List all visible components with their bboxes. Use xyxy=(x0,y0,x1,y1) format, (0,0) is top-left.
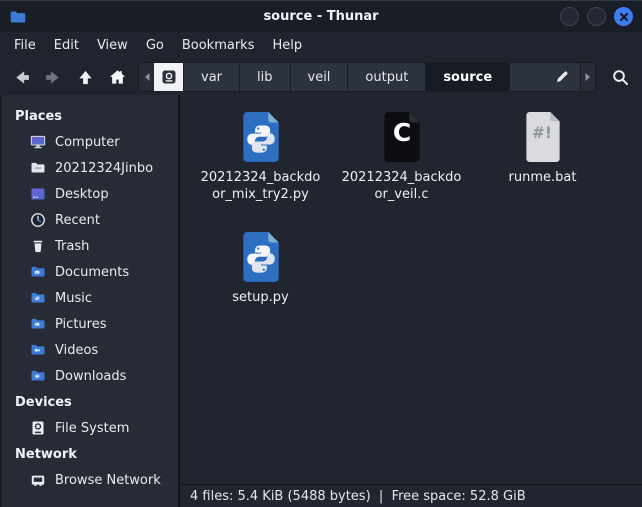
network-icon xyxy=(30,472,46,488)
pictures-folder-icon xyxy=(30,316,46,332)
maximize-button[interactable] xyxy=(587,7,606,26)
search-icon xyxy=(612,69,628,85)
sidebar-item-label: 20212324Jinbo xyxy=(55,160,154,176)
file-item-setup-py[interactable]: setup.py xyxy=(190,231,331,351)
filesystem-root-crumb[interactable] xyxy=(154,63,184,91)
close-icon xyxy=(619,12,628,21)
sidebar-item-label: Desktop xyxy=(55,186,109,202)
folder-app-icon xyxy=(9,8,27,26)
sidebar-item-documents[interactable]: Documents xyxy=(2,259,178,285)
sidebar-item-trash[interactable]: Trash xyxy=(2,233,178,259)
back-icon xyxy=(15,70,29,84)
chevron-right-icon xyxy=(585,73,590,81)
sidebar-item-home[interactable]: 20212324Jinbo xyxy=(2,155,178,181)
statusbar-text: 4 files: 5.4 KiB (5488 bytes) | Free spa… xyxy=(190,488,526,504)
file-name: 20212324_backdoor_veil.c xyxy=(341,170,462,202)
file-name: 20212324_backdoor_mix_try2.py xyxy=(200,170,321,202)
file-view: 20212324_backdoor_mix_try2.py C 20212324… xyxy=(180,95,642,507)
menu-bookmarks[interactable]: Bookmarks xyxy=(173,34,264,57)
crumb-scroll-left-button[interactable] xyxy=(139,63,154,91)
side-pane: Places Computer 20212324Jinbo Desktop Re… xyxy=(0,95,180,507)
file-name: setup.py xyxy=(232,290,289,305)
titlebar: source - Thunar xyxy=(0,1,642,32)
sidebar-item-browse-network[interactable]: Browse Network xyxy=(2,467,178,493)
menu-view[interactable]: View xyxy=(88,34,137,57)
downloads-folder-icon xyxy=(30,368,46,384)
statusbar: 4 files: 5.4 KiB (5488 bytes) | Free spa… xyxy=(180,484,642,507)
sidebar-item-desktop[interactable]: Desktop xyxy=(2,181,178,207)
sidebar-item-recent[interactable]: Recent xyxy=(2,207,178,233)
computer-icon xyxy=(30,134,46,150)
sidebar-item-label: Trash xyxy=(55,238,90,254)
menu-help[interactable]: Help xyxy=(263,34,311,57)
file-system-drive-icon xyxy=(30,420,46,436)
sidebar-item-computer[interactable]: Computer xyxy=(2,129,178,155)
svg-text:C: C xyxy=(392,118,410,147)
home-icon xyxy=(109,69,125,84)
forward-icon xyxy=(45,70,59,84)
c-file-icon: C xyxy=(383,112,420,162)
up-button[interactable] xyxy=(70,63,100,91)
svg-text:#!: #! xyxy=(531,124,551,142)
sidebar-item-label: Documents xyxy=(55,264,130,280)
sidebar-item-label: Pictures xyxy=(55,316,107,332)
breadcrumb-bar: var lib veil output source xyxy=(138,62,596,92)
section-header-places: Places xyxy=(15,108,63,124)
documents-folder-icon xyxy=(30,264,46,280)
chevron-left-icon xyxy=(144,73,149,81)
sidebar-item-label: Browse Network xyxy=(55,472,161,488)
search-button[interactable] xyxy=(604,62,636,92)
menu-file[interactable]: File xyxy=(5,34,45,57)
path-edit-area[interactable] xyxy=(510,63,580,91)
sidebar-item-label: Downloads xyxy=(55,368,127,384)
thunar-window: source - Thunar File Edit View Go Bookma… xyxy=(0,0,642,507)
sidebar-item-pictures[interactable]: Pictures xyxy=(2,311,178,337)
close-button[interactable] xyxy=(614,7,633,26)
up-icon xyxy=(78,70,92,84)
file-item-runme-bat[interactable]: #! runme.bat xyxy=(472,111,613,231)
home-button[interactable] xyxy=(102,63,132,91)
sidebar-item-downloads[interactable]: Downloads xyxy=(2,363,178,389)
script-file-icon: #! xyxy=(525,112,560,162)
menubar: File Edit View Go Bookmarks Help xyxy=(0,32,642,59)
crumb-lib[interactable]: lib xyxy=(240,63,291,91)
file-name: runme.bat xyxy=(508,170,577,185)
back-button[interactable] xyxy=(6,63,36,91)
pencil-icon xyxy=(557,71,568,82)
drive-icon xyxy=(162,70,175,84)
home-folder-icon xyxy=(30,160,46,176)
python-file-icon xyxy=(242,232,279,282)
crumb-veil[interactable]: veil xyxy=(290,63,349,91)
window-title: source - Thunar xyxy=(263,9,379,24)
desktop-icon xyxy=(30,186,46,202)
music-folder-icon xyxy=(30,290,46,306)
crumb-output[interactable]: output xyxy=(348,63,427,91)
minimize-button[interactable] xyxy=(560,7,579,26)
file-item-backdoor-c[interactable]: C 20212324_backdoor_veil.c xyxy=(331,111,472,231)
sidebar-item-music[interactable]: Music xyxy=(2,285,178,311)
trash-icon xyxy=(30,238,46,254)
sidebar-item-label: Videos xyxy=(55,342,99,358)
sidebar-item-label: Recent xyxy=(55,212,100,228)
toolbar: var lib veil output source xyxy=(0,59,642,95)
section-header-network: Network xyxy=(15,446,77,462)
section-header-devices: Devices xyxy=(15,394,72,410)
forward-button[interactable] xyxy=(38,63,68,91)
recent-clock-icon xyxy=(30,212,46,228)
sidebar-item-label: Computer xyxy=(55,134,120,150)
sidebar-item-videos[interactable]: Videos xyxy=(2,337,178,363)
file-grid: 20212324_backdoor_mix_try2.py C 20212324… xyxy=(180,95,642,484)
python-file-icon xyxy=(242,112,279,162)
crumb-scroll-right-button[interactable] xyxy=(580,63,595,91)
sidebar-item-label: Music xyxy=(55,290,92,306)
menu-edit[interactable]: Edit xyxy=(45,34,88,57)
sidebar-item-file-system[interactable]: File System xyxy=(2,415,178,441)
sidebar-item-label: File System xyxy=(55,420,130,436)
crumb-var[interactable]: var xyxy=(184,63,241,91)
file-item-backdoor-py[interactable]: 20212324_backdoor_mix_try2.py xyxy=(190,111,331,231)
menu-go[interactable]: Go xyxy=(137,34,173,57)
videos-folder-icon xyxy=(30,342,46,358)
crumb-source-active[interactable]: source xyxy=(426,63,511,91)
